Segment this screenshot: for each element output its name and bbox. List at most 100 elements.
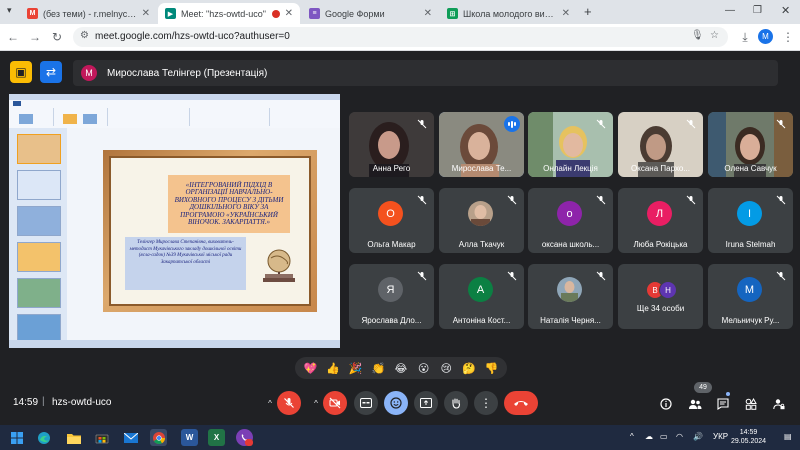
participant-tile[interactable]: Л Люба Рокіцька [618,188,703,253]
participant-tile[interactable]: Анна Рего [349,112,434,177]
muted-mic-icon [595,118,607,130]
participant-tile[interactable]: о оксана школь... [528,188,613,253]
profile-avatar[interactable]: M [758,29,773,44]
presenter-chip[interactable]: M Мирослава Телінгер (Презентація) [73,60,778,86]
battery-icon[interactable]: ▭ [660,432,668,441]
participant-tile[interactable]: Я Ярослава Дло... [349,264,434,329]
video-options-chevron-icon[interactable]: ^ [310,397,322,409]
activities-button[interactable] [742,395,760,413]
participant-tile[interactable]: I Iruna Stelmah [708,188,793,253]
tab-gmail[interactable]: M (без теми) - r.melnychuk@ipp ✕ [20,3,157,24]
participant-tile[interactable]: Мирослава Те... [439,112,524,177]
participant-avatar: А [468,277,493,302]
reaction-laugh[interactable]: 😂 [391,362,411,375]
close-tab-icon[interactable]: ✕ [562,8,570,19]
word-icon[interactable]: W [181,429,198,446]
mic-toggle-button[interactable] [277,391,301,415]
participant-tile[interactable]: Наталія Черня... [528,264,613,329]
close-tab-icon[interactable]: ✕ [142,8,150,19]
mail-icon[interactable] [122,429,139,446]
muted-mic-icon [416,118,428,130]
participant-tile[interactable]: Оксана Пархо... [618,112,703,177]
participant-avatar: М [737,277,762,302]
participant-tile[interactable]: Алла Ткачук [439,188,524,253]
layout-icon[interactable]: ▣ [10,61,32,83]
participant-tile[interactable]: М Мельничук Ру... [708,264,793,329]
excel-icon[interactable]: X [208,429,225,446]
lock-person-icon [773,399,785,410]
host-controls-button[interactable] [770,395,788,413]
tray-chevron-icon[interactable]: ^ [630,432,634,441]
reaction-thinking[interactable]: 🤔 [459,362,479,375]
slide-frame: «ІНТЕГРОВАНИЙ ПІДХІД В ОРГАНІЗАЦІЇ НАВЧА… [103,150,317,312]
presenter-label: Мирослава Телінгер (Презентація) [107,67,268,79]
reactions-button[interactable] [384,391,408,415]
reaction-heart[interactable]: 💖 [300,362,320,375]
reaction-sad[interactable]: 😢 [436,362,456,375]
download-icon[interactable]: ⤓ [736,28,754,46]
muted-mic-icon [416,194,428,206]
muted-mic-icon [506,270,518,282]
participant-name: Антоніна Кост... [452,316,511,325]
more-participants-tile[interactable]: В Н Ще 34 особи [618,264,703,329]
hand-icon [452,398,461,409]
microphone-icon[interactable]: 🎙 [691,30,704,41]
close-tab-icon[interactable]: ✕ [285,8,293,19]
address-bar[interactable]: ⚙ meet.google.com/hzs-owtd-uco?authuser=… [73,27,728,47]
powerpoint-ribbon [9,100,340,129]
language-indicator[interactable]: УКР [713,432,728,441]
raise-hand-button[interactable] [444,391,468,415]
camera-toggle-button[interactable] [323,391,347,415]
minimize-icon[interactable]: — [725,5,735,16]
reaction-clap[interactable]: 👏 [368,362,388,375]
people-button[interactable] [686,395,704,413]
tab-school[interactable]: ⊞ Школа молодого вихователя ✕ [440,3,577,24]
restore-icon[interactable]: ❐ [753,5,762,16]
more-options-button[interactable]: ⋮ [474,391,498,415]
chrome-icon[interactable] [150,429,167,446]
participant-avatar: О [378,201,403,226]
file-explorer-icon[interactable] [65,429,82,446]
windows-start-icon[interactable] [8,429,25,446]
back-icon[interactable]: ← [4,28,22,46]
participant-tile[interactable]: Олена Савчук [708,112,793,177]
leave-call-button[interactable] [504,391,538,415]
meeting-details-button[interactable] [657,395,675,413]
globe-books-icon [263,249,295,282]
notifications-icon[interactable]: ▤ [784,432,792,441]
presenter-avatar: M [81,65,97,81]
new-tab-button[interactable]: + [584,4,592,19]
close-tab-icon[interactable]: ✕ [424,8,432,19]
onedrive-icon[interactable]: ☁ [645,432,653,441]
tab-meet[interactable]: ▶ Meet: "hzs-owtd-uco" ✕ [158,3,300,24]
store-icon[interactable] [93,429,110,446]
bookmark-star-icon[interactable]: ☆ [710,30,719,41]
activities-icon[interactable]: ⇄ [40,61,62,83]
menu-dots-icon[interactable]: ⋮ [779,28,797,46]
site-info-icon[interactable]: ⚙ [80,30,89,41]
volume-icon[interactable]: 🔊 [693,432,703,441]
reaction-thumbs-down[interactable]: 👎 [482,362,502,375]
camera-off-icon [329,397,341,409]
present-button[interactable] [414,391,438,415]
participant-name: Наталія Черня... [540,316,601,325]
forward-icon[interactable]: → [26,28,44,46]
muted-mic-icon [685,118,697,130]
reaction-party[interactable]: 🎉 [346,362,366,375]
edge-icon[interactable] [35,429,52,446]
chat-button[interactable] [714,395,732,413]
participant-tile[interactable]: О Ольга Макар [349,188,434,253]
reaction-surprised[interactable]: 😮 [414,362,434,375]
notification-badge [245,439,253,446]
audio-options-chevron-icon[interactable]: ^ [264,397,276,409]
tab-google-forms[interactable]: ≡ Google Форми ✕ [302,3,439,24]
reaction-thumbs-up[interactable]: 👍 [323,362,343,375]
wifi-icon[interactable]: ◠ [676,432,683,441]
participant-tile[interactable]: Онлайн Лекція [528,112,613,177]
tab-search-icon[interactable]: ▾ [7,5,17,15]
participant-tile[interactable]: А Антоніна Кост... [439,264,524,329]
system-clock[interactable]: 14:59 29.05.2024 [731,428,766,446]
close-window-icon[interactable]: ✕ [781,4,790,17]
captions-button[interactable] [354,391,378,415]
reload-icon[interactable]: ↻ [48,28,66,46]
